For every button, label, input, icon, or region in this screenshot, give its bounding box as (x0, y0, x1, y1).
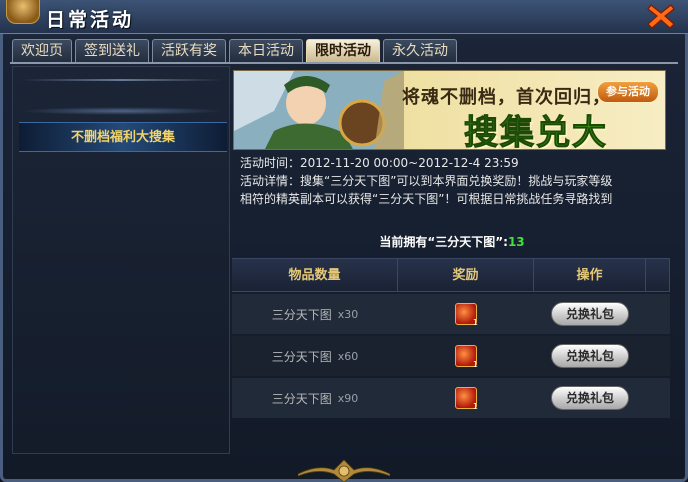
sidebar-divider (21, 79, 223, 81)
owned-label: 当前拥有“三分天下图”: (379, 235, 508, 249)
event-banner: 将魂不删档，首次回归， 参与活动 搜集兑大奖！ (233, 70, 666, 150)
reward-cell: 1 (398, 378, 534, 418)
event-detail-line-1: 活动详情：搜集“三分天下图”可以到本界面兑换奖励！挑战与玩家等级 (240, 174, 613, 188)
exchange-button[interactable]: 兑换礼包 (551, 386, 629, 410)
sidebar: 不删档福利大搜集 (12, 66, 230, 454)
bottom-ornament-icon (298, 459, 390, 482)
table-row: 三分天下图 x60 1 兑换礼包 (232, 336, 670, 376)
reward-cell: 1 (398, 294, 534, 334)
reward-count: 1 (472, 360, 478, 369)
header-item-quantity: 物品数量 (232, 259, 398, 291)
event-info: 活动时间：2012-11-20 00:00~2012-12-4 23:59 活动… (240, 154, 670, 208)
tab-active-reward[interactable]: 活跃有奖 (152, 39, 226, 63)
close-icon (647, 4, 675, 29)
item-qty: x30 (337, 307, 359, 321)
event-time: 活动时间：2012-11-20 00:00~2012-12-4 23:59 (240, 156, 519, 170)
tab-welcome[interactable]: 欢迎页 (12, 39, 72, 63)
item-cell: 三分天下图 x30 (232, 294, 398, 334)
item-name: 三分天下图 (271, 391, 332, 406)
item-qty: x90 (337, 391, 359, 405)
gift-pack-icon[interactable]: 1 (455, 303, 478, 327)
title-emblem-icon (6, 0, 40, 24)
action-cell: 兑换礼包 (534, 294, 646, 334)
header-spacer (646, 259, 670, 291)
tab-limited-event[interactable]: 限时活动 (306, 39, 380, 63)
table-row: 三分天下图 x30 1 兑换礼包 (232, 294, 670, 334)
reward-count: 1 (472, 318, 478, 327)
tab-today-event[interactable]: 本日活动 (229, 39, 303, 63)
tab-bar: 欢迎页 签到送礼 活跃有奖 本日活动 限时活动 永久活动 (12, 39, 457, 63)
item-cell: 三分天下图 x60 (232, 336, 398, 376)
window-title: 日常活动 (46, 9, 135, 31)
header-reward: 奖励 (398, 259, 534, 291)
owned-count-label: 当前拥有“三分天下图”:13 (232, 233, 672, 250)
exchange-button[interactable]: 兑换礼包 (551, 302, 629, 326)
item-name: 三分天下图 (271, 307, 332, 322)
banner-headline: 搜集兑大奖！ (464, 113, 608, 150)
owned-count: 13 (507, 235, 525, 249)
tab-signin-gift[interactable]: 签到送礼 (75, 39, 149, 63)
exchange-table: 物品数量 奖励 操作 三分天下图 x30 1 兑换礼包 三分天下图 x60 1 (232, 258, 670, 418)
action-cell: 兑换礼包 (534, 378, 646, 418)
action-cell: 兑换礼包 (534, 336, 646, 376)
event-detail-line-2: 相符的精英副本可以获得“三分天下图”！可根据日常挑战任务寻路找到 (240, 192, 613, 206)
gift-pack-icon[interactable]: 1 (455, 387, 478, 411)
table-row: 三分天下图 x90 1 兑换礼包 (232, 378, 670, 418)
item-name: 三分天下图 (271, 349, 332, 364)
reward-count: 1 (472, 402, 478, 411)
reward-cell: 1 (398, 336, 534, 376)
header-action: 操作 (534, 259, 646, 291)
gift-pack-icon[interactable]: 1 (455, 345, 478, 369)
title-bar: 日常活动 (0, 0, 688, 34)
sidebar-glow (21, 107, 223, 115)
join-event-button[interactable]: 参与活动 (597, 81, 659, 103)
item-qty: x60 (337, 349, 359, 363)
tab-permanent-event[interactable]: 永久活动 (383, 39, 457, 63)
exchange-button[interactable]: 兑换礼包 (551, 344, 629, 368)
hero-portrait-icon (234, 71, 404, 149)
item-cell: 三分天下图 x90 (232, 378, 398, 418)
tab-divider (10, 62, 678, 64)
close-button[interactable] (646, 1, 676, 31)
sidebar-item-collect-event[interactable]: 不删档福利大搜集 (19, 122, 227, 152)
table-header: 物品数量 奖励 操作 (232, 258, 670, 292)
